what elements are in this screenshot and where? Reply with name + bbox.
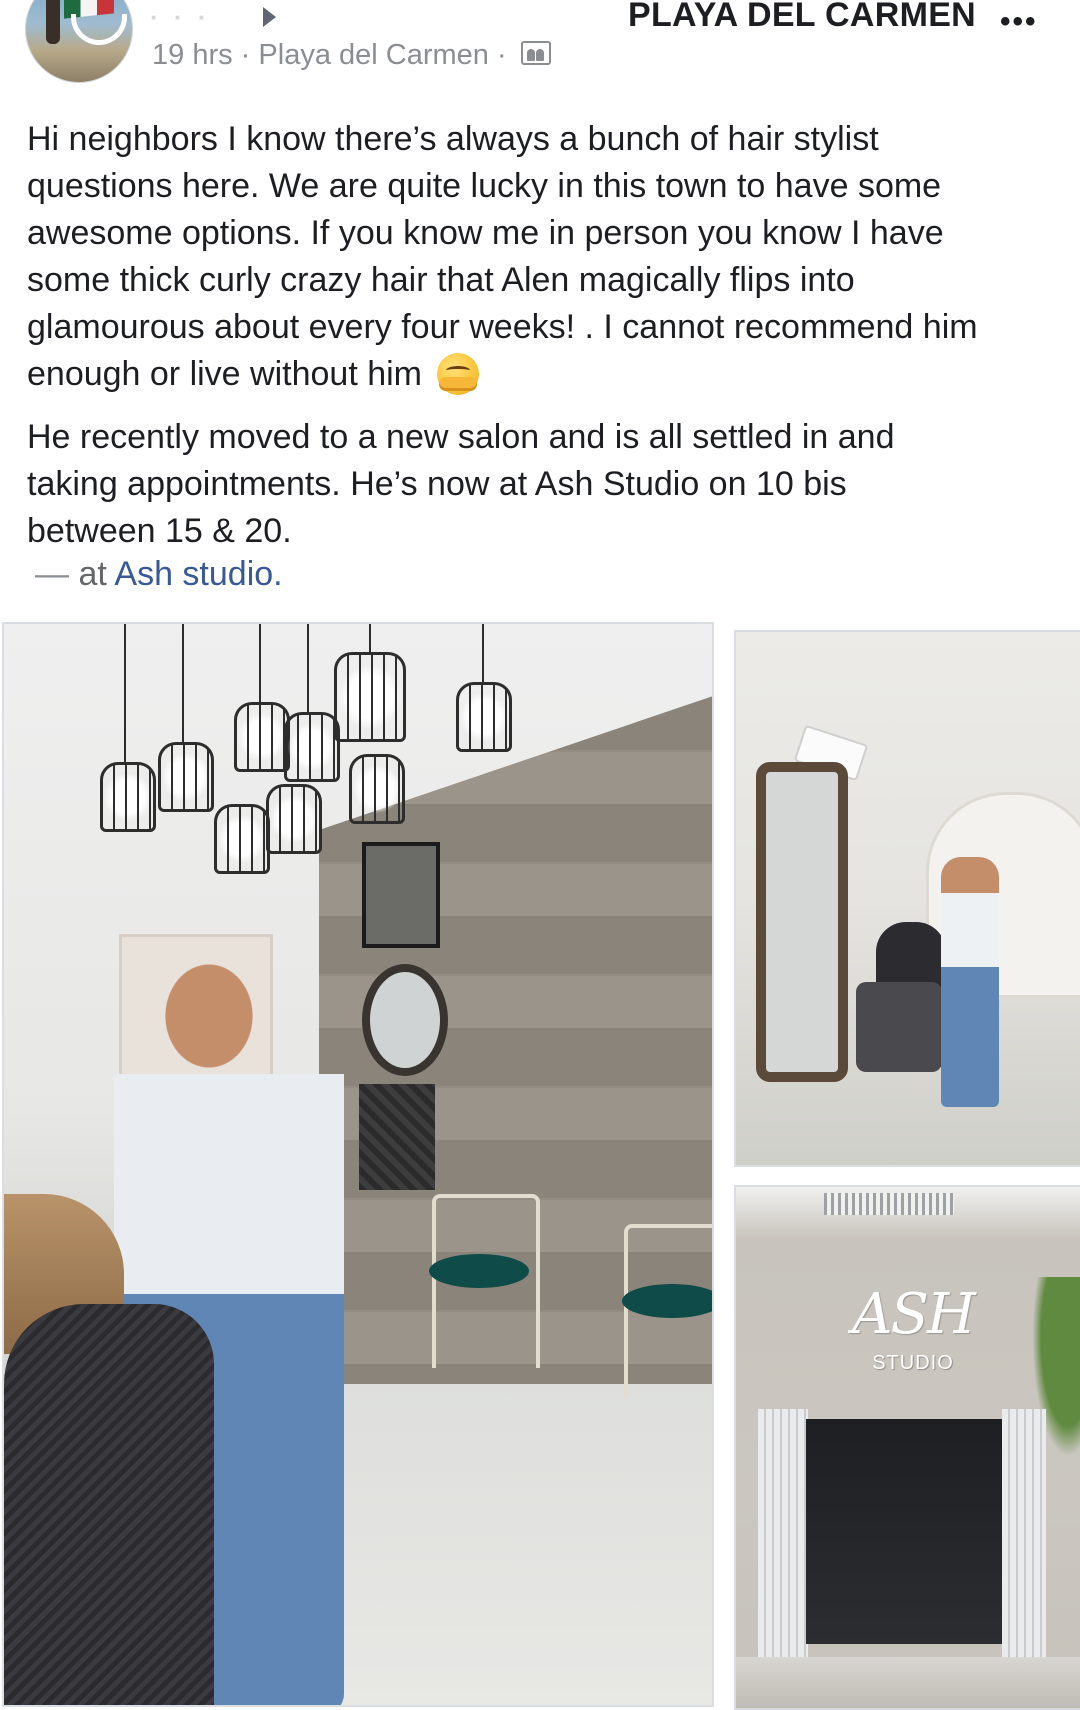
post-paragraph: Hi neighbors I know there’s always a bun… <box>27 116 1067 398</box>
wall-picture <box>362 842 440 948</box>
pendant-lamp <box>334 652 406 742</box>
lamp-cord <box>124 624 126 764</box>
post-location[interactable]: Playa del Carmen <box>258 39 489 71</box>
meta-separator: · <box>240 38 251 71</box>
lamp-cord <box>307 624 309 714</box>
smile-graphic <box>71 14 127 45</box>
pendant-lamp <box>234 702 290 772</box>
group-name[interactable]: PLAYA DEL CARMEN <box>628 0 976 35</box>
post-time[interactable]: 19 hrs <box>152 39 233 71</box>
location-suffix: . <box>273 555 283 593</box>
entrance-door <box>806 1419 1004 1644</box>
post-header: · · · PLAYA DEL CARMEN ••• 19 hrs · Play… <box>0 0 1080 100</box>
chair-seat <box>622 1284 712 1318</box>
pendant-lamp <box>266 784 322 854</box>
lamp-cord <box>259 624 261 704</box>
triangle-right-icon <box>263 7 276 27</box>
salon-chair <box>856 982 942 1072</box>
ornate-mirror <box>756 762 848 1082</box>
salon-cape <box>4 1304 214 1705</box>
location-name[interactable]: Ash studio <box>114 555 273 593</box>
checkin-location: — at Ash studio. <box>35 555 283 594</box>
profile-avatar[interactable] <box>25 0 133 83</box>
pendant-lamp <box>284 712 340 782</box>
avatar-figure <box>46 0 60 44</box>
lamp-cord <box>182 624 184 744</box>
photo-salon-styling[interactable] <box>734 630 1080 1167</box>
pendant-lamp <box>349 754 405 824</box>
stylist-figure <box>941 857 999 1107</box>
round-mirror <box>362 964 448 1076</box>
photo-salon-interior[interactable] <box>2 622 714 1707</box>
hugging-face-emoji-icon <box>437 353 480 396</box>
lamp-cord <box>482 624 484 684</box>
chair-seat <box>429 1254 529 1288</box>
shutter-left <box>758 1409 808 1659</box>
window-bars <box>824 1193 954 1215</box>
entrance-step <box>736 1657 1080 1708</box>
group-audience-icon[interactable] <box>520 41 551 66</box>
pendant-lamp <box>100 762 156 832</box>
post-meta: 19 hrs · Playa del Carmen · <box>152 38 551 72</box>
shutter-right <box>1002 1409 1046 1659</box>
author-row: · · · <box>150 2 210 32</box>
location-prefix: at <box>78 555 107 593</box>
pendant-lamp <box>158 742 214 812</box>
post-body: Hi neighbors I know there’s always a bun… <box>27 116 1067 555</box>
author-name[interactable]: · · · <box>150 2 210 33</box>
meta-separator: · <box>496 38 507 71</box>
pendant-lamp <box>456 682 512 752</box>
more-options-icon[interactable]: ••• <box>1000 7 1046 37</box>
post-paragraph: He recently moved to a new salon and is … <box>27 418 895 550</box>
lamp-cord <box>369 624 371 654</box>
location-link[interactable]: Ash studio. <box>114 555 282 593</box>
decor-panel <box>359 1084 435 1190</box>
location-dash: — <box>35 555 69 593</box>
post-paragraph-text: Hi neighbors I know there’s always a bun… <box>27 120 978 393</box>
pendant-lamp <box>214 804 270 874</box>
photo-storefront[interactable]: ASH STUDIO <box>734 1185 1080 1710</box>
